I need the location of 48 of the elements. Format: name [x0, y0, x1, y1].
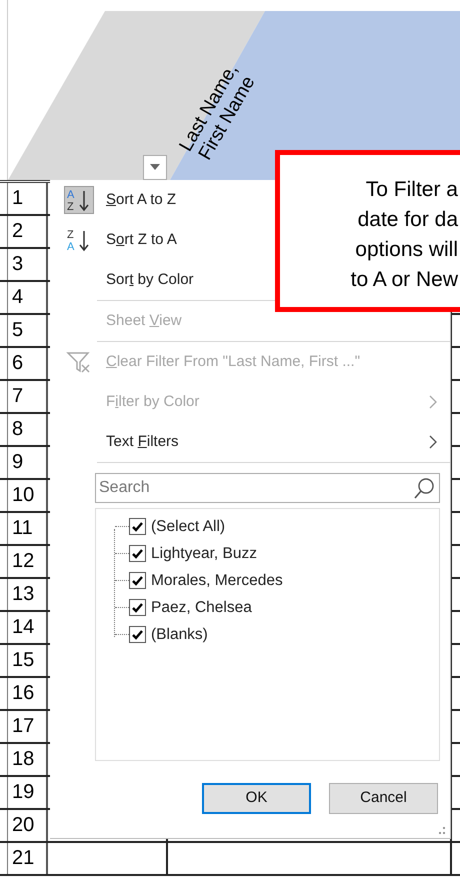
- row-number: 19: [7, 777, 48, 808]
- search-field[interactable]: Search: [95, 473, 440, 503]
- row-number: 20: [7, 810, 48, 841]
- filter-dropdown-button[interactable]: [143, 155, 167, 180]
- checkbox[interactable]: [129, 599, 146, 616]
- menu-item[interactable]: Text Filters: [50, 422, 450, 462]
- checkbox[interactable]: [129, 518, 146, 535]
- sort-ascending-icon: A Z: [64, 186, 94, 214]
- row-number: 7: [7, 381, 48, 412]
- value-label: (Select All): [151, 516, 226, 537]
- value-label: Paez, Chelsea: [151, 598, 252, 618]
- menu-item[interactable]: Z A Sort Z to A: [50, 220, 181, 260]
- value-label: Lightyear, Buzz: [151, 544, 257, 564]
- row-number: 13: [7, 579, 48, 610]
- search-icon: [412, 476, 436, 500]
- row-number: 16: [7, 678, 48, 709]
- callout-text: options will: [354, 237, 458, 263]
- row-number: 10: [7, 480, 48, 511]
- ok-button[interactable]: OK: [202, 783, 311, 814]
- chevron-icon: [428, 395, 438, 409]
- row-number: 5: [7, 315, 48, 346]
- callout-text: date for da: [356, 207, 458, 233]
- row-number: 4: [7, 282, 48, 313]
- row-number: 2: [7, 216, 48, 247]
- row-number: 18: [7, 744, 48, 775]
- menu-item[interactable]: A Z Sort A to Z: [50, 180, 180, 220]
- row-number: 21: [7, 843, 48, 874]
- row-number: 1: [7, 183, 48, 214]
- checkbox[interactable]: [129, 545, 146, 562]
- row-number: 17: [7, 711, 48, 742]
- row-number: 14: [7, 612, 48, 643]
- row-number: 6: [7, 348, 48, 379]
- resize-grip-icon[interactable]: [438, 827, 446, 835]
- cancel-button[interactable]: Cancel: [329, 783, 438, 814]
- row-number: 11: [7, 513, 48, 544]
- value-label: (Blanks): [151, 624, 208, 645]
- checkbox[interactable]: [129, 572, 146, 589]
- chevron-icon: [428, 435, 438, 449]
- checkbox[interactable]: [129, 626, 146, 643]
- callout-text: to A or New: [350, 267, 458, 293]
- value-label: Morales, Mercedes: [151, 570, 283, 591]
- callout-text: To Filter a: [364, 177, 458, 203]
- row-number: 9: [7, 447, 48, 478]
- row-number: 15: [7, 645, 48, 676]
- row-number: 12: [7, 546, 48, 577]
- row-number: 3: [7, 249, 48, 280]
- menu-item[interactable]: Sort by Color: [50, 260, 198, 300]
- row-number: 8: [7, 414, 48, 445]
